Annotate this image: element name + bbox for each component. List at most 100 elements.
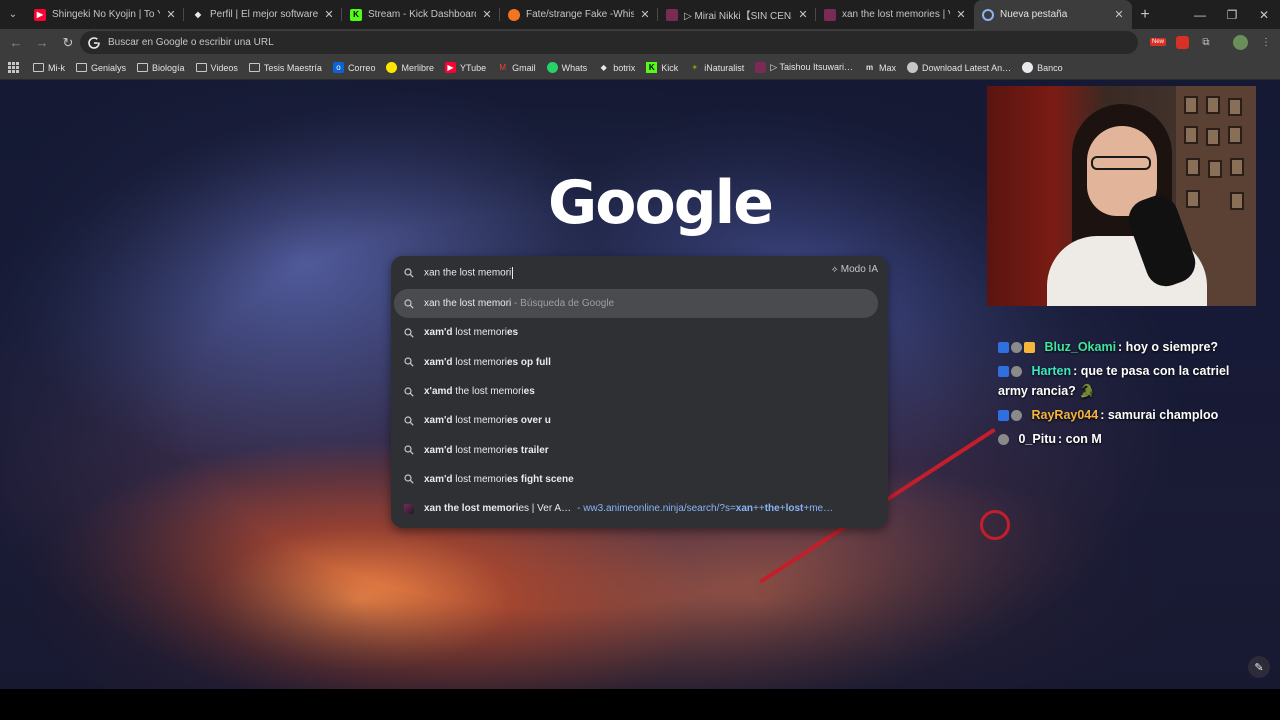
bookmark-correo[interactable]: o Correo: [332, 62, 375, 73]
tab-title: Fate/strange Fake -Whispers of…: [526, 9, 634, 20]
bookmark-botrix[interactable]: ◆ botrix: [598, 62, 636, 73]
badge-icon: [998, 410, 1009, 422]
forward-arrow-icon[interactable]: →: [30, 31, 54, 55]
address-bar[interactable]: Buscar en Google o escribir una URL: [80, 31, 1138, 54]
close-tab-icon[interactable]: ✕: [796, 8, 810, 21]
chat-username: Harten: [1031, 364, 1072, 378]
outlook-icon: o: [332, 62, 344, 73]
minimize-icon[interactable]: —: [1184, 0, 1216, 29]
bookmark-tesis[interactable]: Tesis Maestría: [248, 62, 322, 73]
chat-message: 0_Pitu: con M: [998, 429, 1238, 449]
bookmark-kick[interactable]: K Kick: [646, 62, 678, 73]
search-dropdown: xan the lost memori ⟡ Modo IA xan the los…: [391, 256, 888, 528]
customize-pencil-icon[interactable]: ✎: [1248, 656, 1270, 678]
bookmark-mi-k[interactable]: Mi-k: [33, 62, 65, 73]
chat-badges: [998, 366, 1024, 378]
stream-chat: Bluz_Okami: hoy o siempre? Harten: que t…: [998, 337, 1238, 453]
modo-ia-button[interactable]: ⟡ Modo IA: [832, 264, 878, 275]
tab-nueva-pestana[interactable]: Nueva pestaña ✕: [974, 0, 1132, 29]
chat-badges: [998, 434, 1011, 446]
restore-icon[interactable]: ❐: [1216, 0, 1248, 29]
suggestion-item[interactable]: xam'd lost memories op full: [391, 348, 888, 377]
folder-icon: [195, 62, 207, 73]
bookmark-inaturalist[interactable]: ✦ iNaturalist: [689, 62, 744, 73]
suggestion-item[interactable]: xam'd lost memories trailer: [391, 435, 888, 464]
profile-avatar[interactable]: [1230, 32, 1250, 52]
search-icon: [404, 357, 414, 367]
badge-icon: [998, 366, 1009, 378]
close-tab-icon[interactable]: ✕: [164, 8, 178, 21]
bookmark-videos[interactable]: Videos: [195, 62, 238, 73]
search-input[interactable]: xan the lost memori ⟡ Modo IA: [391, 256, 888, 289]
bookmark-banco[interactable]: Banco: [1022, 62, 1063, 73]
tab-perfil[interactable]: ◆ Perfil | El mejor software para p… ✕: [184, 0, 342, 29]
tab-title: Shingeki No Kyojin | To Your Fr…: [52, 9, 160, 20]
chat-badges: [998, 410, 1024, 422]
search-icon: [404, 299, 414, 309]
adblock-icon[interactable]: [1172, 32, 1192, 52]
chat-username: Bluz_Okami: [1044, 340, 1117, 354]
close-tab-icon[interactable]: ✕: [1112, 8, 1126, 21]
folder-icon: [33, 62, 44, 73]
tab-shingeki[interactable]: ▶ Shingeki No Kyojin | To Your Fr… ✕: [26, 0, 184, 29]
tab-fate-strange[interactable]: Fate/strange Fake -Whispers of… ✕: [500, 0, 658, 29]
badge-icon: [1011, 366, 1022, 378]
bank-icon: [1022, 62, 1034, 73]
bookmark-merlibre[interactable]: Merlibre: [386, 62, 434, 73]
browser-toolbar: ← → ↻ Buscar en Google o escribir una UR…: [0, 29, 1280, 56]
chat-message: Bluz_Okami: hoy o siempre?: [998, 337, 1238, 357]
chat-message: RayRay044: samurai champloo: [998, 405, 1238, 425]
suggestion-item[interactable]: x'amd the lost memories: [391, 377, 888, 406]
text-caret: [512, 266, 514, 279]
bookmark-taishou[interactable]: ▷ Taishou Itsuwari…: [755, 62, 853, 73]
crown-icon: [1024, 342, 1035, 354]
tab-mirai-nikki[interactable]: ▷ Mirai Nikki【SIN CENSURA】… ✕: [658, 0, 816, 29]
webcam-overlay: [987, 86, 1256, 306]
chat-username: RayRay044: [1031, 408, 1099, 422]
bookmark-whats[interactable]: Whats: [546, 62, 587, 73]
badge-icon: [1011, 410, 1022, 422]
new-extension-icon[interactable]: New: [1148, 32, 1168, 52]
search-icon: [404, 445, 414, 455]
history-suggestion-item[interactable]: xan the lost memories | Ver A… - ww3.ani…: [391, 494, 888, 523]
anime-icon: [755, 62, 767, 73]
tab-title: xan the lost memories | Ver An…: [842, 9, 950, 20]
google-g-icon: [88, 36, 100, 49]
badge-icon: [1011, 342, 1022, 354]
close-tab-icon[interactable]: ✕: [954, 8, 968, 21]
suggestion-item[interactable]: xam'd lost memories fight scene: [391, 465, 888, 494]
menu-kebab-icon[interactable]: ⋮: [1256, 32, 1276, 52]
close-tab-icon[interactable]: ✕: [638, 8, 652, 21]
extensions-puzzle-icon[interactable]: ⧉: [1196, 32, 1216, 52]
gmail-icon: M: [499, 63, 506, 72]
anime-icon: [666, 8, 678, 21]
suggestion-item[interactable]: xam'd lost memories over u: [391, 406, 888, 435]
streamer-glasses: [1091, 156, 1151, 170]
bookmark-download[interactable]: Download Latest An…: [907, 62, 1011, 73]
mercadolibre-icon: [386, 62, 398, 73]
back-arrow-icon[interactable]: ←: [4, 31, 28, 55]
tab-kick-dashboard[interactable]: K Stream - Kick Dashboard ✕: [342, 0, 500, 29]
bookmark-gmail[interactable]: M Gmail: [497, 62, 535, 73]
botrix-icon: ◆: [600, 63, 607, 72]
close-window-icon[interactable]: ✕: [1248, 0, 1280, 29]
suggestion-item[interactable]: xan the lost memori - Búsqueda de Google: [394, 289, 878, 319]
tab-search-chevron-icon[interactable]: ⌄: [0, 0, 26, 29]
apps-grid-icon[interactable]: [8, 62, 19, 73]
tab-title: Perfil | El mejor software para p…: [210, 9, 318, 20]
bookmark-genialys[interactable]: Genialys: [76, 62, 126, 73]
max-icon: m: [865, 63, 874, 72]
bookmark-ytube[interactable]: ▶ YTube: [444, 62, 486, 73]
bookmark-biologia[interactable]: Biología: [137, 62, 185, 73]
tab-strip: ⌄ ▶ Shingeki No Kyojin | To Your Fr… ✕ ◆…: [0, 0, 1280, 29]
close-tab-icon[interactable]: ✕: [480, 8, 494, 21]
close-tab-icon[interactable]: ✕: [322, 8, 336, 21]
new-tab-button[interactable]: +: [1132, 0, 1158, 29]
reload-icon[interactable]: ↻: [56, 31, 80, 55]
search-query-text: xan the lost memori: [424, 267, 512, 279]
bottom-letterbox: [0, 689, 1280, 720]
kick-icon: K: [646, 62, 658, 73]
suggestion-item[interactable]: xam'd lost memories: [391, 318, 888, 347]
tab-xan-lost-memories[interactable]: xan the lost memories | Ver An… ✕: [816, 0, 974, 29]
bookmark-max[interactable]: m Max: [864, 62, 896, 73]
